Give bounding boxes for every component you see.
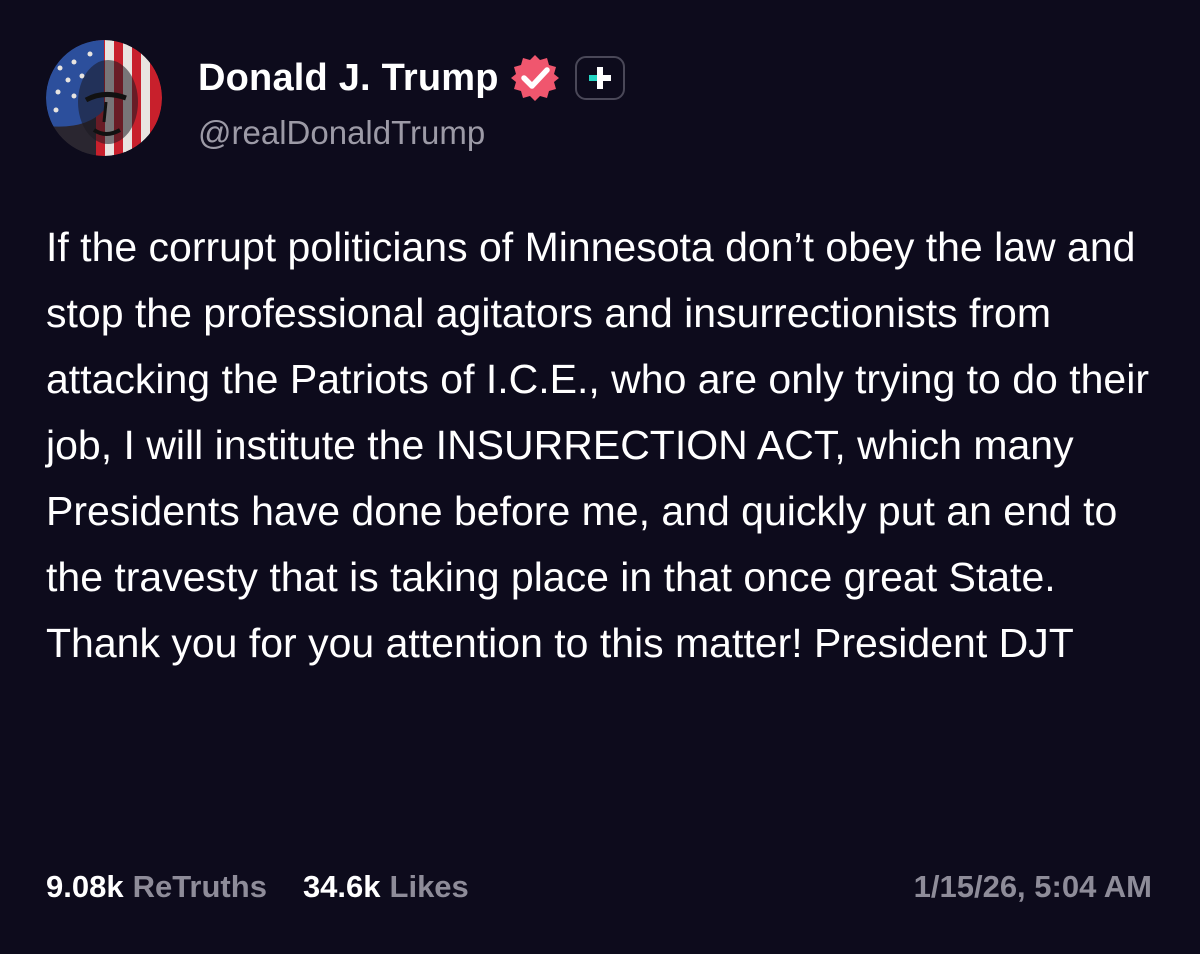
post-timestamp[interactable]: 1/15/26, 5:04 AM: [914, 862, 1152, 912]
author-row: Donald J. Trump: [198, 54, 625, 102]
likes-count: 34.6k: [302, 869, 381, 904]
likes-label: Likes: [389, 869, 469, 904]
retruths-label: ReTruths: [132, 869, 267, 904]
avatar[interactable]: [46, 40, 162, 156]
post-card: Donald J. Trump @realDonaldTrump If the …: [0, 0, 1200, 954]
plus-icon: [588, 67, 611, 89]
plus-badge[interactable]: [574, 56, 625, 100]
retruths-stat[interactable]: 9.08k ReTruths: [46, 869, 267, 905]
avatar-image: [46, 40, 162, 156]
likes-stat[interactable]: 34.6k Likes: [303, 869, 469, 905]
post-text: If the corrupt politicians of Minnesota …: [46, 224, 1149, 666]
verified-badge-icon: [509, 52, 561, 104]
post-stats: 9.08k ReTruths 34.6k Likes: [46, 862, 469, 912]
author-display-name[interactable]: Donald J. Trump: [198, 57, 499, 100]
author-handle[interactable]: @realDonaldTrump: [198, 114, 485, 152]
retruths-count: 9.08k: [46, 869, 124, 904]
